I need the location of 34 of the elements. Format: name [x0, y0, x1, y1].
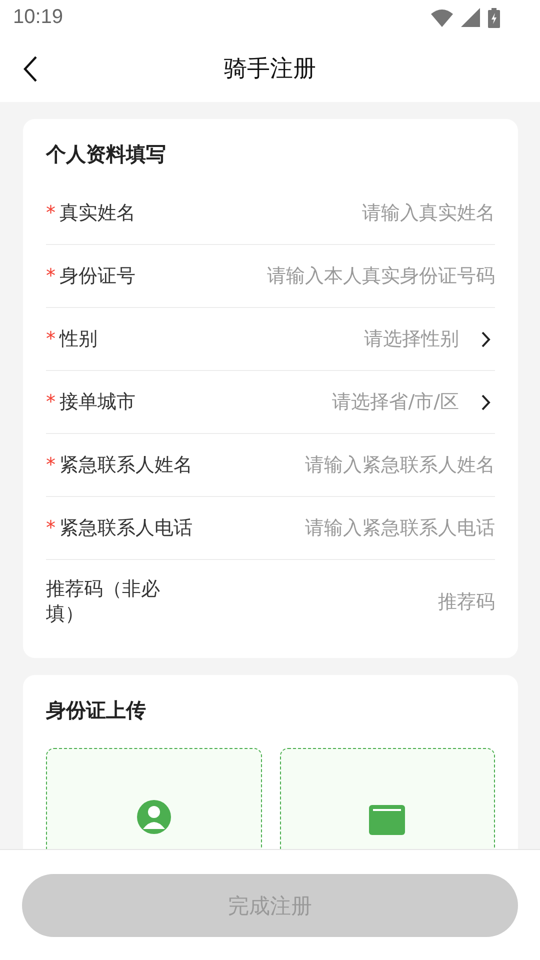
chevron-icon	[481, 330, 491, 348]
field-label: 紧急联系人姓名	[60, 453, 192, 478]
select-field[interactable]: 请选择性别	[98, 326, 495, 352]
select-field[interactable]: 请选择省/市/区	[136, 389, 495, 415]
input-field[interactable]: 请输入紧急联系人电话	[192, 517, 495, 539]
field-label: 接单城市	[60, 390, 136, 415]
required-mark: *	[46, 454, 56, 476]
page-title: 骑手注册	[224, 55, 316, 84]
signal-icon	[461, 8, 480, 27]
required-mark: *	[46, 391, 56, 413]
chevron-icon	[481, 394, 491, 410]
input-field[interactable]: 请输入紧急联系人姓名	[192, 454, 495, 476]
upload-slot[interactable]	[46, 748, 262, 849]
field-label: 真实姓名	[60, 201, 136, 226]
section-title: 个人资料填写	[46, 141, 167, 168]
field-label: 身份证号	[60, 264, 136, 289]
wifi-icon	[431, 8, 453, 26]
field-label: 性别	[60, 327, 98, 352]
section-title: 身份证上传	[46, 697, 147, 724]
card-icon	[369, 805, 406, 835]
status-time: 10:19	[13, 6, 64, 29]
battery-icon	[488, 8, 500, 28]
upload-slot[interactable]	[280, 748, 495, 849]
input-field[interactable]: 请输入真实姓名	[136, 202, 495, 224]
required-mark: *	[46, 517, 56, 539]
input-field[interactable]: 请输入本人真实身份证号码	[136, 265, 495, 287]
field-label: 紧急联系人电话	[60, 516, 192, 541]
required-mark: *	[46, 328, 56, 350]
required-mark: *	[46, 265, 56, 287]
person-icon	[136, 799, 172, 835]
field-label: 推荐码（非必填）	[46, 577, 161, 627]
input-field[interactable]: 推荐码	[166, 591, 495, 613]
back-icon	[22, 55, 38, 83]
required-mark: *	[46, 202, 56, 224]
